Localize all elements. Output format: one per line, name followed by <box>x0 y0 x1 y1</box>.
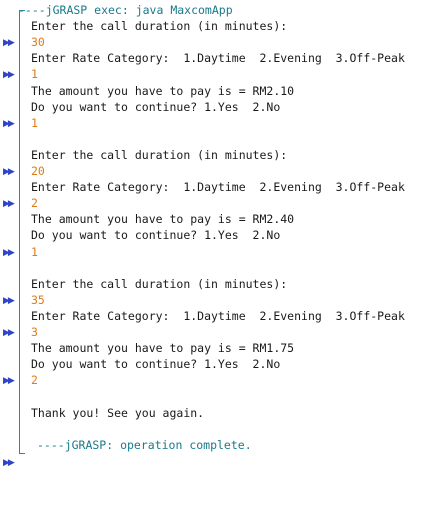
input-arrow-icon: ▶▶ <box>3 118 15 129</box>
console-output-line: Enter Rate Category: 1.Daytime 2.Evening… <box>0 179 441 196</box>
user-input-text: 35 <box>31 292 45 307</box>
final-input-line[interactable]: ▶▶ <box>0 454 441 471</box>
user-input-text: 3 <box>31 325 38 339</box>
program-output-text: Enter the call duration (in minutes): <box>31 147 288 162</box>
exec-footer-line: ----jGRASP: operation complete. <box>0 437 441 454</box>
program-output-text: The amount you have to pay is = RM2.40 <box>31 212 295 227</box>
program-output-text: Thank you! See you again. <box>31 405 205 420</box>
exec-header-text: ----jGRASP exec: java MaxcomApp <box>18 3 233 17</box>
console-output-line: The amount you have to pay is = RM1.75 <box>0 340 441 357</box>
input-arrow-icon: ▶▶ <box>3 167 15 177</box>
program-output-text: Enter Rate Category: 1.Daytime 2.Evening… <box>31 180 405 195</box>
program-output-text: The amount you have to pay is = RM2.10 <box>31 83 295 98</box>
input-arrow-icon: ▶▶ <box>3 247 15 258</box>
console-output-line: The amount you have to pay is = RM2.10 <box>0 83 441 100</box>
console-input-line: ▶▶ 1 <box>0 244 441 261</box>
console-input-line: ▶▶ 1 <box>0 115 441 132</box>
user-input-text: 2 <box>31 373 38 388</box>
console-output-line: Enter the call duration (in minutes): <box>0 147 441 164</box>
console-output-line: Enter the call duration (in minutes): <box>0 18 441 35</box>
input-arrow-icon: ▶▶ <box>3 457 15 468</box>
program-output-text: Enter Rate Category: 1.Daytime 2.Evening… <box>31 308 405 323</box>
user-input-text: 2 <box>31 196 38 211</box>
program-output-text: Enter the call duration (in minutes): <box>31 276 288 291</box>
console-output-line: Do you want to continue? 1.Yes 2.No <box>0 99 441 116</box>
program-output-text: Do you want to continue? 1.Yes 2.No <box>31 228 281 243</box>
console-input-line: ▶▶ 35 <box>0 292 441 309</box>
console-input-line: ▶▶ 30 <box>0 34 441 51</box>
console-output-line: The amount you have to pay is = RM2.40 <box>0 211 441 228</box>
program-output-text: Enter the call duration (in minutes): <box>31 19 288 34</box>
user-input-text: 1 <box>31 244 38 259</box>
input-arrow-icon: ▶▶ <box>3 295 15 306</box>
input-arrow-icon: ▶▶ <box>3 38 15 49</box>
console-output-line: Thank you! See you again. <box>0 405 441 422</box>
program-output-text: Enter Rate Category: 1.Daytime 2.Evening… <box>31 51 405 66</box>
console-output-line: Enter the call duration (in minutes): <box>0 276 441 293</box>
console-output-line: Do you want to continue? 1.Yes 2.No <box>0 356 441 373</box>
output-bracket-line <box>19 16 25 431</box>
console-output-pane[interactable]: ----jGRASP exec: java MaxcomApp Enter th… <box>0 0 441 475</box>
input-arrow-icon: ▶▶ <box>3 328 15 338</box>
input-arrow-icon: ▶▶ <box>3 199 15 210</box>
console-output-line: Do you want to continue? 1.Yes 2.No <box>0 227 441 244</box>
console-output-line: Enter Rate Category: 1.Daytime 2.Evening… <box>0 308 441 325</box>
user-input-text: 30 <box>31 35 45 50</box>
console-input-line: ▶▶ 3 <box>0 324 441 341</box>
console-input-line: ▶▶ 20 <box>0 163 441 180</box>
input-arrow-icon: ▶▶ <box>3 376 15 387</box>
program-output-text: Do you want to continue? 1.Yes 2.No <box>31 99 281 114</box>
exec-header-line: ----jGRASP exec: java MaxcomApp <box>0 2 441 19</box>
console-input-line: ▶▶ 1 <box>0 66 441 83</box>
program-output-text: The amount you have to pay is = RM1.75 <box>31 341 295 356</box>
program-output-text: Do you want to continue? 1.Yes 2.No <box>31 357 281 372</box>
exec-footer-text: ----jGRASP: operation complete. <box>37 437 252 452</box>
console-output-line: Enter Rate Category: 1.Daytime 2.Evening… <box>0 50 441 67</box>
user-input-text: 1 <box>31 115 38 130</box>
user-input-text: 1 <box>31 67 38 82</box>
user-input-text: 20 <box>31 164 45 178</box>
console-input-line: ▶▶ 2 <box>0 195 441 212</box>
console-input-line: ▶▶ 2 <box>0 372 441 389</box>
input-arrow-icon: ▶▶ <box>3 70 15 81</box>
